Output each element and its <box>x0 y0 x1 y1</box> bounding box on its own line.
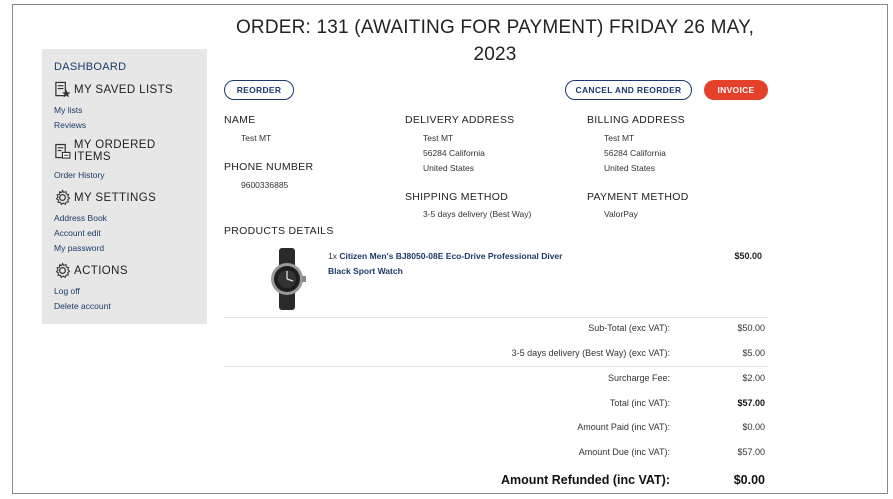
sidebar-link-delete-account[interactable]: Delete account <box>54 299 195 314</box>
sidebar-heading-actions: ACTIONS <box>54 262 195 279</box>
total-value: $57.00 <box>737 398 765 408</box>
delivery-address-line: 56284 California <box>423 148 485 158</box>
sidebar-ordered-items: MY ORDERED ITEMS Order History <box>54 139 195 183</box>
sidebar-link-reviews[interactable]: Reviews <box>54 118 195 133</box>
sidebar-link-account-edit[interactable]: Account edit <box>54 226 195 241</box>
gear-icon <box>55 262 71 279</box>
sidebar-link-order-history[interactable]: Order History <box>54 168 195 183</box>
invoice-button[interactable]: INVOICE <box>704 80 768 100</box>
amount-due-label: Amount Due (inc VAT): <box>578 447 670 457</box>
reorder-button[interactable]: REORDER <box>224 80 294 100</box>
phone-label: PHONE NUMBER <box>224 161 314 173</box>
delivery-cost-label: 3-5 days delivery (Best Way) (exc VAT): <box>511 348 670 358</box>
subtotal-value: $50.00 <box>737 323 765 333</box>
subtotal-label: Sub-Total (exc VAT): <box>588 323 670 333</box>
gear-icon <box>55 189 71 206</box>
shipping-method-value: 3-5 days delivery (Best Way) <box>423 209 532 219</box>
sidebar-heading-saved-lists: MY SAVED LISTS <box>54 81 195 98</box>
amount-refunded-label: Amount Refunded (inc VAT): <box>501 473 670 487</box>
sidebar-saved-lists: MY SAVED LISTS My lists Reviews <box>54 81 195 133</box>
product-name-link[interactable]: Citizen Men's BJ8050-08E Eco-Drive Profe… <box>328 251 562 276</box>
delivery-address-line: United States <box>423 163 475 173</box>
watch-product-image[interactable] <box>266 248 308 310</box>
sidebar-heading-label: MY SETTINGS <box>74 191 157 204</box>
amount-refunded-value: $0.00 <box>733 473 765 487</box>
total-label: Total (inc VAT): <box>609 398 670 408</box>
surcharge-value: $2.00 <box>742 373 765 383</box>
sidebar-heading-settings: MY SETTINGS <box>54 189 195 206</box>
delivery-address-line: Test MT <box>423 133 454 143</box>
sidebar-heading-label: MY ORDERED ITEMS <box>73 139 156 163</box>
sidebar-link-address-book[interactable]: Address Book <box>54 211 195 226</box>
divider <box>224 366 768 367</box>
product-qty: 1x <box>328 251 337 261</box>
delivery-cost-value: $5.00 <box>742 348 765 358</box>
sidebar-link-log-off[interactable]: Log off <box>54 284 195 299</box>
sidebar-heading-ordered-items: MY ORDERED ITEMS <box>54 139 195 163</box>
divider <box>224 317 768 318</box>
name-label: NAME <box>224 114 256 126</box>
amount-paid-label: Amount Paid (inc VAT): <box>577 422 670 432</box>
phone-value: 9600336885 <box>241 180 289 190</box>
cancel-and-reorder-button[interactable]: CANCEL AND REORDER <box>565 80 692 100</box>
ordered-items-icon <box>55 143 71 159</box>
sidebar-heading-label: MY SAVED LISTS <box>74 83 174 96</box>
saved-list-icon <box>55 81 71 98</box>
shipping-method-label: SHIPPING METHOD <box>405 191 509 203</box>
billing-address-line: 56284 California <box>604 148 666 158</box>
page-title: ORDER: 131 (AWAITING FOR PAYMENT) FRIDAY… <box>235 17 755 65</box>
amount-due-value: $57.00 <box>737 447 765 457</box>
product-price: $50.00 <box>734 251 762 261</box>
billing-address-line: United States <box>604 163 656 173</box>
billing-address-line: Test MT <box>604 133 635 143</box>
payment-method-label: PAYMENT METHOD <box>587 191 689 203</box>
delivery-address-label: DELIVERY ADDRESS <box>405 114 515 126</box>
payment-method-value: ValorPay <box>604 209 638 219</box>
sidebar-link-my-lists[interactable]: My lists <box>54 103 195 118</box>
name-value: Test MT <box>241 133 272 143</box>
products-details-label: PRODUCTS DETAILS <box>224 225 334 237</box>
sidebar-actions: ACTIONS Log off Delete account <box>54 262 195 314</box>
sidebar-settings: MY SETTINGS Address Book Account edit My… <box>54 189 195 256</box>
product-item: 1x Citizen Men's BJ8050-08E Eco-Drive Pr… <box>328 249 563 279</box>
sidebar-dashboard-link[interactable]: DASHBOARD <box>54 61 195 73</box>
sidebar-heading-label: ACTIONS <box>74 264 128 277</box>
billing-address-label: BILLING ADDRESS <box>587 114 685 126</box>
sidebar-link-my-password[interactable]: My password <box>54 241 195 256</box>
amount-paid-value: $0.00 <box>742 422 765 432</box>
surcharge-label: Surcharge Fee: <box>607 373 670 383</box>
account-sidebar: DASHBOARD MY SAVED LISTS My lists Review… <box>42 49 207 324</box>
